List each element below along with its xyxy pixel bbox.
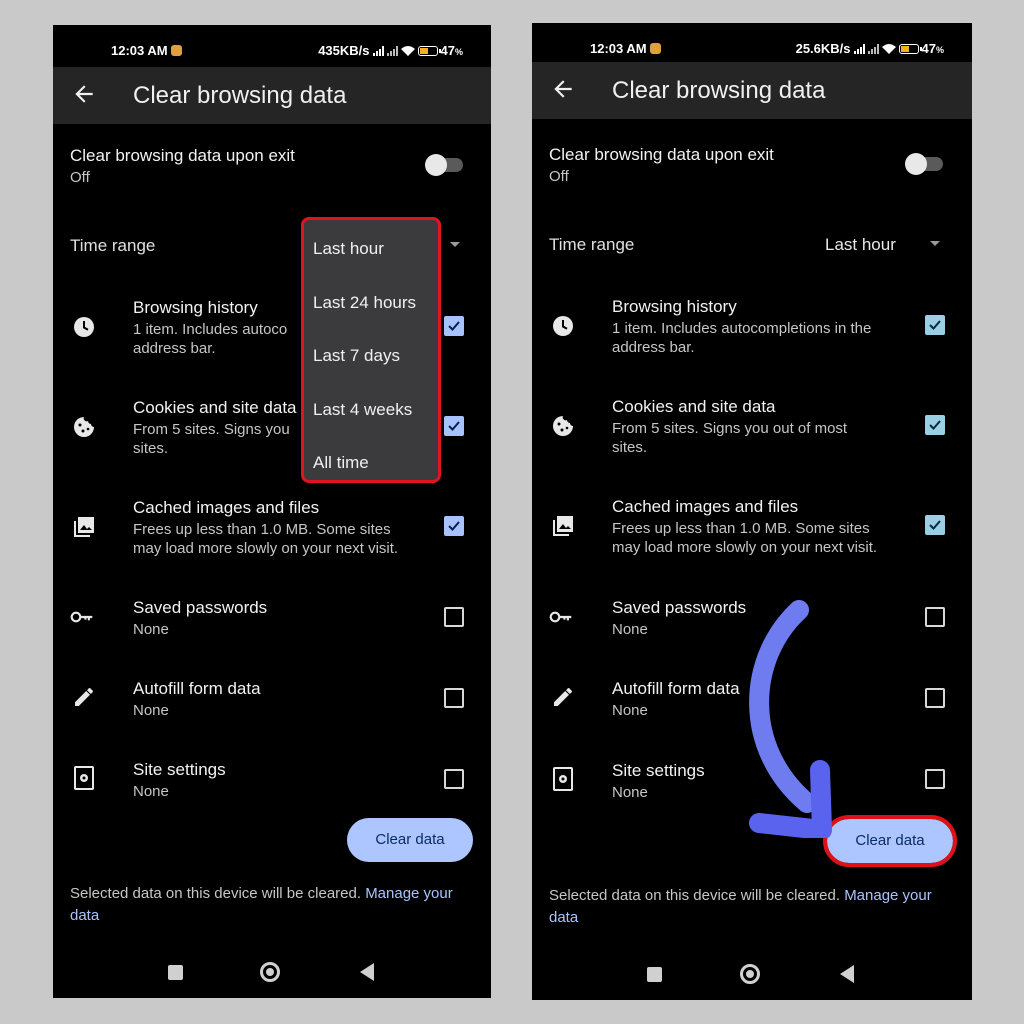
page-title: Clear browsing data — [612, 77, 826, 104]
pencil-icon — [554, 688, 572, 706]
status-emoji-icon — [170, 45, 182, 56]
app-bar: Clear browsing data — [532, 62, 972, 119]
checkbox-browsing-history[interactable] — [925, 315, 945, 335]
exit-toggle[interactable] — [905, 153, 943, 175]
battery-icon — [898, 43, 922, 54]
cookie-icon — [553, 416, 573, 436]
wifi-icon — [400, 45, 415, 56]
clear-data-button[interactable]: Clear data — [347, 818, 473, 862]
dropdown-option[interactable]: Last hour — [313, 239, 384, 259]
clock-icon — [74, 317, 94, 337]
checkbox-site-settings[interactable] — [444, 769, 464, 789]
item-desc: None — [133, 621, 169, 638]
dropdown-caret-icon[interactable] — [450, 242, 460, 247]
nav-back-icon[interactable] — [360, 963, 374, 981]
time-range-label: Time range — [70, 236, 156, 255]
app-bar: Clear browsing data — [53, 67, 491, 124]
item-title: Site settings — [133, 760, 226, 779]
site-settings-icon — [74, 766, 94, 790]
cookie-icon — [74, 417, 94, 437]
item-title: Browsing history — [133, 298, 258, 317]
key-icon — [549, 611, 572, 623]
item-title: Saved passwords — [612, 598, 747, 617]
clock-icon — [553, 316, 573, 336]
dropdown-option[interactable]: Last 4 weeks — [313, 400, 412, 420]
image-icon — [553, 516, 573, 536]
item-title: Cached images and files — [133, 498, 320, 517]
exit-setting-title: Clear browsing data upon exit — [549, 145, 774, 164]
battery-percent: 47% — [921, 41, 944, 56]
dropdown-option[interactable]: Last 24 hours — [313, 293, 416, 313]
time-range-value[interactable]: Last hour — [825, 235, 896, 255]
system-nav-bar — [532, 959, 972, 989]
checkbox-autofill[interactable] — [444, 688, 464, 708]
phone-screen-left: 12:03 AM 435KB/s 47% Clear browsing data… — [53, 25, 491, 998]
pencil-icon — [75, 688, 93, 706]
item-title: Site settings — [612, 761, 705, 780]
item-title: Autofill form data — [612, 679, 740, 698]
recents-icon[interactable] — [168, 965, 183, 980]
key-icon — [70, 611, 93, 623]
status-time: 12:03 AM — [111, 43, 182, 58]
dropdown-option[interactable]: Last 7 days — [313, 346, 400, 366]
nav-back-icon[interactable] — [840, 965, 854, 983]
exit-setting-title: Clear browsing data upon exit — [70, 146, 295, 165]
exit-setting-value: Off — [549, 168, 569, 185]
item-desc: From 5 sites. Signs you out of most site… — [612, 420, 848, 456]
dropdown-option[interactable]: All time — [313, 453, 369, 473]
page-title: Clear browsing data — [133, 82, 347, 109]
item-desc: Frees up less than 1.0 MB. Some sites ma… — [612, 520, 878, 556]
status-time: 12:03 AM — [590, 41, 661, 56]
checkbox-cookies[interactable] — [444, 416, 464, 436]
signal-icon-2 — [867, 43, 879, 54]
battery-percent: 47% — [440, 43, 463, 58]
checkbox-cached-images[interactable] — [444, 516, 464, 536]
phone-screen-right: 12:03 AM 25.6KB/s 47% Clear browsing dat… — [532, 23, 972, 1000]
status-emoji-icon — [649, 43, 661, 54]
item-title: Saved passwords — [133, 598, 268, 617]
item-title: Autofill form data — [133, 679, 261, 698]
item-desc: Frees up less than 1.0 MB. Some sites ma… — [133, 521, 399, 557]
recents-icon[interactable] — [647, 967, 662, 982]
home-icon[interactable] — [740, 964, 760, 984]
time-range-label: Time range — [549, 235, 635, 254]
item-title: Cookies and site data — [133, 398, 297, 417]
curved-arrow-icon — [749, 600, 832, 838]
back-arrow-icon[interactable] — [71, 81, 97, 107]
footer-text: Selected data on this device will be cle… — [70, 885, 453, 924]
wifi-icon — [881, 43, 896, 54]
item-desc: None — [133, 783, 169, 796]
item-desc: 1 item. Includes autocompletions in the … — [612, 320, 872, 356]
home-icon[interactable] — [260, 962, 280, 982]
exit-toggle[interactable] — [425, 154, 463, 176]
checkbox-saved-passwords[interactable] — [444, 607, 464, 627]
back-arrow-icon[interactable] — [550, 76, 576, 102]
system-nav-bar — [53, 957, 491, 987]
site-settings-icon — [553, 767, 573, 791]
checkbox-browsing-history[interactable] — [444, 316, 464, 336]
network-speed: 25.6KB/s — [795, 41, 851, 56]
item-desc: None — [133, 702, 169, 719]
item-title: Cached images and files — [612, 497, 799, 516]
status-bar: 12:03 AM 25.6KB/s 47% — [532, 23, 972, 65]
checkbox-cookies[interactable] — [925, 415, 945, 435]
battery-icon — [417, 45, 441, 56]
image-icon — [74, 517, 94, 537]
time-range-dropdown: Last hour Last 24 hours Last 7 days Last… — [301, 217, 441, 483]
status-bar: 12:03 AM 435KB/s 47% — [53, 25, 491, 67]
signal-icon-2 — [386, 45, 398, 56]
dropdown-caret-icon[interactable] — [930, 241, 940, 246]
item-title: Cookies and site data — [612, 397, 776, 416]
network-speed: 435KB/s — [318, 43, 370, 58]
item-title: Browsing history — [612, 297, 737, 316]
checkbox-cached-images[interactable] — [925, 515, 945, 535]
signal-icon — [372, 45, 384, 56]
exit-setting-value: Off — [70, 169, 90, 186]
footer-text: Selected data on this device will be cle… — [549, 887, 932, 926]
signal-icon — [853, 43, 865, 54]
